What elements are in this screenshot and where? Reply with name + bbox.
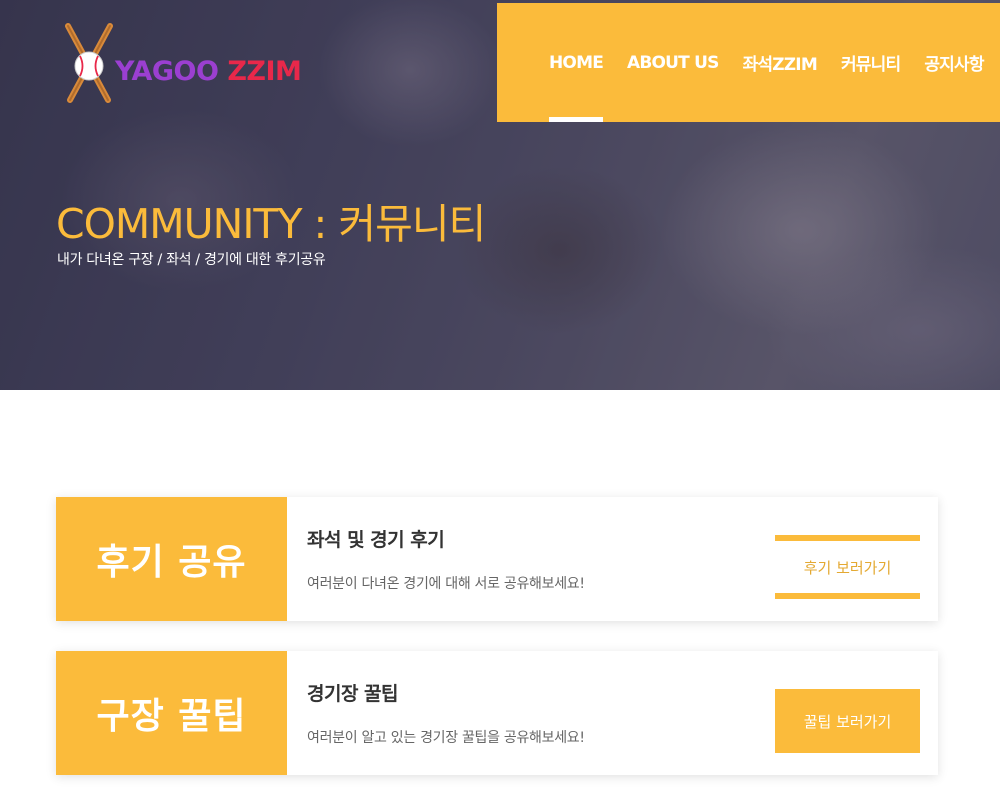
- hero-banner: YAGOO ZZIM HOME ABOUT US 좌석ZZIM 커뮤니티 공지사…: [0, 0, 1000, 390]
- card-description: 여러분이 다녀온 경기에 대해 서로 공유해보세요!: [307, 576, 585, 592]
- nav-item-notice[interactable]: 공지사항: [924, 3, 984, 122]
- card-title: 좌석 및 경기 후기: [307, 529, 445, 551]
- baseball-crossed-bats-icon: [65, 23, 113, 103]
- review-share-card: 후기 공유 좌석 및 경기 후기 여러분이 다녀온 경기에 대해 서로 공유해보…: [56, 497, 938, 621]
- view-reviews-button[interactable]: 후기 보러가기: [775, 535, 920, 599]
- card-category-label: 후기 공유: [56, 497, 287, 621]
- stadium-tips-card: 구장 꿀팁 경기장 꿀팁 여러분이 알고 있는 경기장 꿀팁을 공유해보세요! …: [56, 651, 938, 775]
- logo-text: YAGOO ZZIM: [115, 56, 302, 87]
- nav-item-home[interactable]: HOME: [549, 3, 604, 122]
- view-tips-button[interactable]: 꿀팁 보러가기: [775, 689, 920, 753]
- logo-word-1: YAGOO: [115, 56, 219, 87]
- logo-link[interactable]: YAGOO ZZIM: [60, 16, 302, 106]
- nav-item-community[interactable]: 커뮤니티: [841, 3, 901, 122]
- logo-word-2: ZZIM: [227, 56, 302, 87]
- card-category-label: 구장 꿀팁: [56, 651, 287, 775]
- main-nav: HOME ABOUT US 좌석ZZIM 커뮤니티 공지사항: [497, 3, 1000, 122]
- page-subtitle: 내가 다녀온 구장 / 좌석 / 경기에 대한 후기공유: [57, 252, 326, 268]
- page-title: COMMUNITY : 커뮤니티: [56, 200, 486, 248]
- nav-item-seat-zzim[interactable]: 좌석ZZIM: [743, 3, 818, 122]
- card-description: 여러분이 알고 있는 경기장 꿀팁을 공유해보세요!: [307, 730, 585, 746]
- nav-item-about-us[interactable]: ABOUT US: [627, 3, 719, 122]
- card-title: 경기장 꿀팁: [307, 683, 399, 705]
